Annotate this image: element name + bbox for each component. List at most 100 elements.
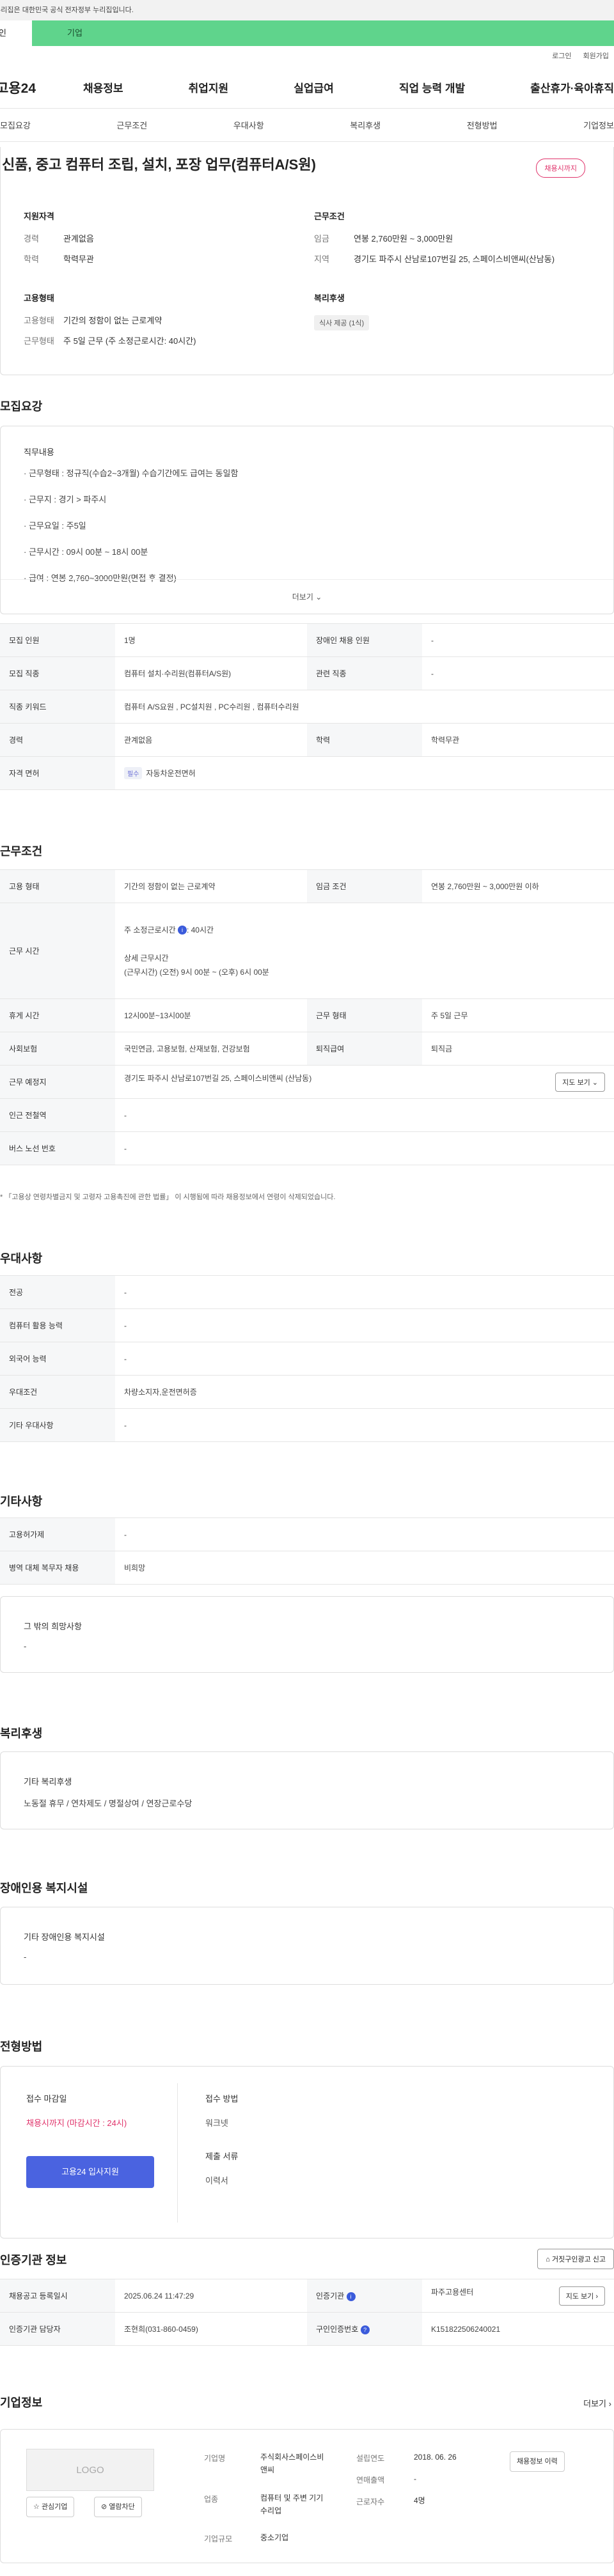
- preference-section-title: 우대사항: [0, 1252, 43, 1265]
- table-row: 고용 형태 기간의 정함이 없는 근로계약 임금 조건 연봉 2,760만원 ~…: [0, 869, 614, 903]
- chevron-down-icon: ⌄: [592, 1078, 598, 1087]
- apply-button[interactable]: 고용24 입사지원: [26, 2156, 154, 2188]
- wage-label: 임금: [314, 234, 329, 244]
- deadline-value: 채용시까지 (마감시간 : 24시): [26, 2118, 127, 2128]
- job-history-button[interactable]: 채용정보 이력: [510, 2451, 565, 2472]
- recruit-table: 모집 인원 1명 장애인 채용 인원 - 모집 직종 컴퓨터 설치·수리원(컴퓨…: [0, 623, 614, 790]
- gnb-item-jobs[interactable]: 채용정보: [83, 79, 123, 95]
- interest-label: 관심기업: [41, 2503, 68, 2511]
- method-heading: 접수 방법: [205, 2094, 239, 2104]
- company-size-value: 중소기업: [260, 2533, 289, 2542]
- conditions-table: 고용 형태 기간의 정함이 없는 근로계약 임금 조건 연봉 2,760만원 ~…: [0, 869, 614, 1165]
- process-section-title: 전형방법: [0, 2040, 43, 2053]
- qualification-heading: 지원자격: [24, 212, 54, 221]
- table-row: 전공 -: [0, 1275, 614, 1309]
- recruit-section-title: 모집요강: [0, 400, 43, 413]
- related-category-value: -: [422, 656, 614, 690]
- other-table: 고용허가제 - 병역 대체 복무자 채용 비희망: [0, 1517, 614, 1585]
- section-anchors: 모집요강 근무조건 우대사항 복리후생 전형방법 기업정보: [0, 109, 614, 142]
- documents-heading: 제출 서류: [205, 2152, 239, 2161]
- work-place-value: 경기도 파주시 산남로107번길 25, 스페이스비앤씨 (산남동): [124, 1073, 312, 1083]
- site-logo[interactable]: 고용24: [0, 78, 83, 97]
- info-icon[interactable]: i: [346, 2292, 356, 2301]
- gov-banner-text: 이 누리집은 대한민국 공식 전자정부 누리집입니다.: [0, 6, 134, 14]
- info-icon[interactable]: i: [177, 926, 187, 935]
- headcount-label: 모집 인원: [0, 623, 115, 657]
- career-label: 경력: [24, 234, 39, 244]
- gnb-item-unemployment-benefit[interactable]: 실업급여: [294, 79, 334, 95]
- anchor-process[interactable]: 전형방법: [467, 119, 498, 131]
- welfare-value: 노동절 휴무 / 연차제도 / 명절상여 / 연장근로수당: [24, 1799, 193, 1808]
- weekly-hours-value: : 40시간: [186, 925, 214, 935]
- disabled-hire-value: -: [422, 623, 614, 657]
- welfare-summary-block: 복리후생 식사 제공 (1식): [314, 291, 583, 330]
- table-row: 인근 전철역 -: [0, 1098, 614, 1132]
- education-label: 학력: [24, 254, 39, 264]
- gnb-item-leave[interactable]: 출산휴가·육아휴직: [530, 79, 614, 95]
- education-label: 학력: [307, 723, 422, 757]
- welfare-heading: 기타 복리후생: [24, 1777, 72, 1787]
- report-button[interactable]: ⌂ 거짓구인광고 신고: [537, 2249, 614, 2269]
- more-button[interactable]: 더보기 ⌄: [1, 579, 613, 614]
- other-preference-label: 기타 우대사항: [0, 1408, 115, 1442]
- employment-type-block: 고용형태 고용형태 기간의 정함이 없는 근로계약 근무형태 주 5일 근무 (주 …: [24, 291, 292, 356]
- education-value: 학력무관: [63, 254, 94, 264]
- job-description-line: · 근무지 : 경기 > 파주시: [24, 495, 107, 504]
- table-row: 모집 인원 1명 장애인 채용 인원 -: [0, 623, 614, 657]
- wage-condition-value: 연봉 2,760만원 ~ 3,000만원 이하: [422, 869, 614, 903]
- military-alternative-label: 병역 대체 복무자 채용: [0, 1551, 115, 1585]
- login-link[interactable]: 로그인: [552, 46, 571, 66]
- agency-map-button[interactable]: 지도 보기 ›: [558, 2286, 605, 2306]
- tab-corporate-label: 기업: [67, 28, 83, 38]
- anchor-conditions[interactable]: 근무조건: [116, 119, 147, 131]
- anchor-preference[interactable]: 우대사항: [233, 119, 264, 131]
- table-row: 인증기관 담당자 조현희(031-860-0459) 구인인증번호 ? K151…: [0, 2312, 614, 2346]
- anchor-welfare[interactable]: 복리후생: [350, 119, 381, 131]
- signup-link[interactable]: 회원가입: [583, 46, 609, 66]
- table-row: 채용공고 등록일시 2025.06.24 11:47:29 인증기관 i 파주고…: [0, 2279, 614, 2313]
- welfare-summary-heading: 복리후생: [314, 293, 345, 303]
- agency-value: 파주고용센터: [431, 2287, 474, 2297]
- social-insurance-label: 사회보험: [0, 1032, 115, 1066]
- disabled-facility-card: 기타 장애인용 복지시설 -: [0, 1907, 614, 1985]
- house-icon: ⌂: [546, 2256, 550, 2263]
- chevron-right-icon: ›: [595, 2292, 598, 2301]
- other-section-title: 기타사항: [0, 1495, 43, 1508]
- status-badge: 채용시까지: [536, 159, 585, 178]
- license-value: 자동차운전면허: [146, 769, 196, 778]
- tab-individual[interactable]: 개인: [0, 20, 32, 46]
- anchor-company[interactable]: 기업정보: [583, 119, 614, 131]
- break-time-value: 12시00분~13시00분: [115, 998, 307, 1032]
- job-category-label: 모집 직종: [0, 656, 115, 690]
- registered-at-label: 채용공고 등록일시: [0, 2279, 115, 2313]
- industry-label: 업종: [204, 2495, 219, 2504]
- map-button[interactable]: 지도 보기 ⌄: [555, 1072, 605, 1092]
- utility-links: 로그인 회원가입: [0, 46, 614, 66]
- more-label: 더보기: [292, 593, 313, 601]
- welfare-section-title: 복리후생: [0, 1727, 43, 1740]
- employment-type-label: 고용형태: [24, 316, 54, 325]
- region-label: 지역: [314, 254, 329, 264]
- table-row: 외국어 능력 -: [0, 1342, 614, 1376]
- disabled-facility-value: -: [24, 1952, 27, 1962]
- gnb-item-employment-support[interactable]: 취업지원: [189, 79, 229, 95]
- preferred-condition-label: 우대조건: [0, 1375, 115, 1409]
- anchor-recruit[interactable]: 모집요강: [0, 119, 31, 131]
- keyword-value: 컴퓨터 A/S요원 , PC설치원 , PC수리원 , 컴퓨터수리원: [115, 690, 614, 724]
- table-row: 우대조건 차량소지자,운전면허증: [0, 1375, 614, 1409]
- request-number-label: 구인인증번호: [316, 2325, 359, 2334]
- help-icon[interactable]: ?: [360, 2325, 370, 2334]
- company-more-link[interactable]: 더보기 ›: [583, 2397, 611, 2409]
- region-value: 경기도 파주시 산남로107번길 25, 스페이스비앤씨(산남동): [354, 254, 555, 264]
- agency-cell: 파주고용센터 지도 보기 ›: [422, 2279, 614, 2313]
- gnb-item-skills[interactable]: 직업 능력 개발: [399, 79, 465, 95]
- detail-hours-value: (근무시간) (오전) 9시 00분 ~ (오후) 6시 00분: [124, 967, 269, 977]
- computer-skill-label: 컴퓨터 활용 능력: [0, 1308, 115, 1342]
- map-button-label: 지도 보기: [562, 1078, 590, 1087]
- block-view-button[interactable]: ⊘ 열람차단: [94, 2497, 142, 2517]
- tab-corporate[interactable]: 기업: [32, 20, 614, 46]
- bus-value: -: [115, 1131, 614, 1165]
- wage-condition-label: 임금 조건: [307, 869, 422, 903]
- interest-company-button[interactable]: ☆ 관심기업: [26, 2497, 75, 2517]
- report-button-label: 거짓구인광고 신고: [551, 2256, 606, 2263]
